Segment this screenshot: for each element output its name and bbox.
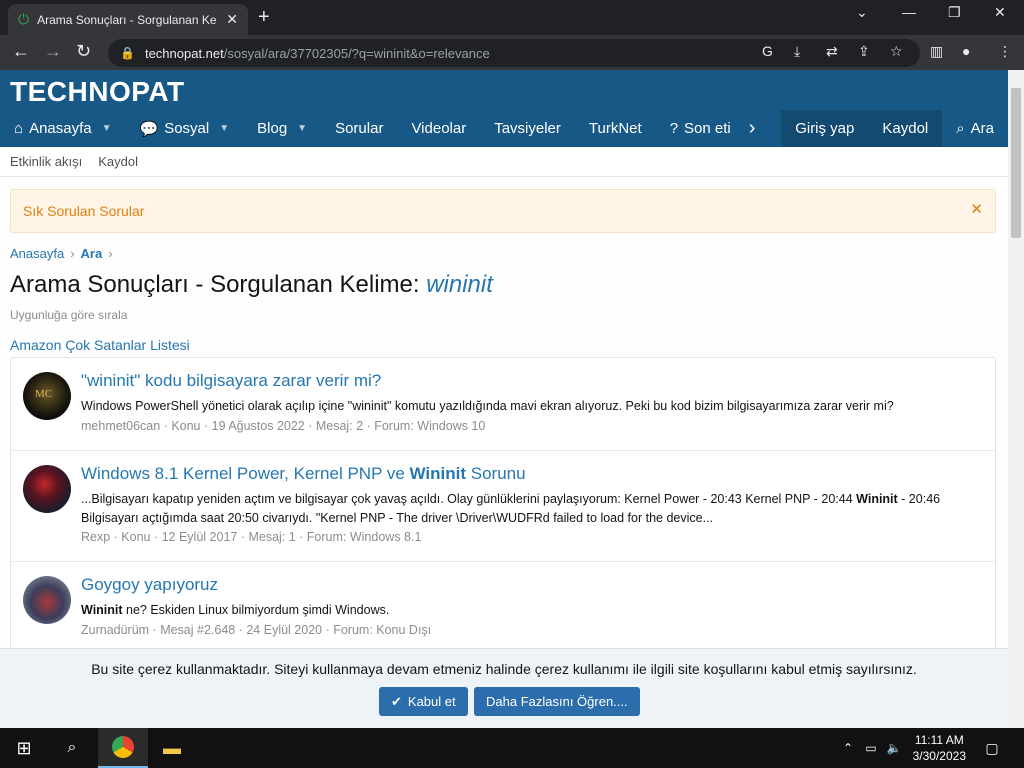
result-snippet: Wininit ne? Eskiden Linux bilmiyordum şi… [81,603,390,617]
new-tab-button[interactable]: + [258,6,270,29]
minimize-icon[interactable]: — [902,4,916,20]
taskbar-clock[interactable]: 11:11 AM 3/30/2023 [913,732,966,764]
result-meta: Rexp · Konu · 12 Eylül 2017 · Mesaj: 1 ·… [81,530,422,544]
chevron-down-icon[interactable]: ▼ [219,123,229,134]
breadcrumb-home[interactable]: Anasayfa [10,246,64,261]
back-icon[interactable]: ← [12,41,30,62]
notice-text[interactable]: Sık Sorulan Sorular [23,203,144,219]
faq-notice[interactable]: Sık Sorulan Sorular ✕ [10,189,996,233]
nav-turknet[interactable]: TurkNet [575,120,656,137]
avatar[interactable]: MC [23,372,71,420]
result-item: MC "wininit" kodu bilgisayara zarar veri… [11,358,995,451]
result-meta: mehmet06can · Konu · 19 Ağustos 2022 · M… [81,419,486,433]
register-button[interactable]: Kaydol [868,120,942,137]
chat-icon: 💬 [139,120,159,138]
subnav-register-link[interactable]: Kaydol [98,154,138,169]
learn-more-button[interactable]: Daha Fazlasını Öğren.... [474,687,640,716]
nav-scroll-right-icon[interactable]: › [745,117,760,140]
reload-icon[interactable]: ↻ [76,41,91,62]
nav-anasayfa[interactable]: ⌂ Anasayfa ▼ [0,120,126,137]
avatar[interactable] [23,576,71,624]
main-nav: ⌂ Anasayfa ▼ 💬 Sosyal ▼ Blog ▼ Sorular Videol… [0,110,1008,147]
forward-icon[interactable]: → [44,41,62,62]
page-scrollbar[interactable] [1008,70,1024,728]
home-icon: ⌂ [14,120,24,137]
chevron-right-icon: › [70,246,75,261]
nav-sosyal[interactable]: 💬 Sosyal ▼ [126,120,244,138]
chevron-right-icon: › [108,246,113,261]
network-icon[interactable]: ▭ [860,728,882,768]
clock-date: 3/30/2023 [912,749,966,763]
sort-order-label: Uygunluğa göre sırala [10,308,128,322]
breadcrumb-search[interactable]: Ara [81,246,103,261]
window-close-icon[interactable]: ✕ [994,4,1006,21]
menu-icon[interactable]: ⋮ [998,43,1012,60]
side-panel-icon[interactable]: ▥ [930,43,943,60]
browser-toolbar: ← → ↻ 🔒 technopat.net/sosyal/ara/3770230… [0,35,1024,70]
browser-tab-bar: ⏻ Arama Sonuçları - Sorgulanan Ke ✕ + ⌄ … [0,0,1024,35]
url-text: technopat.net/sosyal/ara/37702305/?q=win… [144,45,490,61]
login-button[interactable]: Giriş yap [781,120,868,137]
chevron-down-icon[interactable]: ▼ [297,123,307,134]
google-icon[interactable]: G [762,43,773,59]
search-results: MC "wininit" kodu bilgisayara zarar veri… [10,357,996,657]
breadcrumb: Anasayfa › Ara › [10,246,119,261]
page-title: Arama Sonuçları - Sorgulanan Kelime: win… [10,271,493,298]
sub-nav: Etkinlik akışı Kaydol [0,147,1008,177]
install-icon[interactable]: ⤓ [794,43,800,60]
result-item: Goygoy yapıyoruz Wininit ne? Eskiden Lin… [11,562,995,655]
cookie-text: Bu site çerez kullanmaktadır. Siteyi kul… [91,661,917,677]
amazon-link[interactable]: Amazon Çok Satanlar Listesi [10,337,190,353]
subnav-activity-link[interactable]: Etkinlik akışı [10,154,82,169]
close-tab-icon[interactable]: ✕ [226,11,238,28]
nav-blog[interactable]: Blog ▼ [243,120,321,137]
result-snippet: ...Bilgisayarı kapatıp yeniden açtım ve … [81,492,941,525]
question-icon: ? [669,120,679,137]
result-title[interactable]: Windows 8.1 Kernel Power, Kernel PNP ve … [81,464,526,484]
accept-cookies-button[interactable]: ✔ Kabul et [379,687,468,716]
restore-icon[interactable]: ❐ [948,4,961,21]
nav-sorular[interactable]: Sorular [321,120,397,137]
search-button[interactable]: ⌕ Ara [942,110,1008,147]
cookie-notice: Bu site çerez kullanmaktadır. Siteyi kul… [0,648,1008,728]
result-title[interactable]: Goygoy yapıyoruz [81,575,218,595]
browser-tab[interactable]: ⏻ Arama Sonuçları - Sorgulanan Ke ✕ [8,4,248,35]
result-item: Windows 8.1 Kernel Power, Kernel PNP ve … [11,451,995,562]
file-explorer-icon[interactable]: ▬ [148,728,196,768]
mc-logo-icon: MC [35,388,53,400]
taskbar: ⊞ ⌕ ▬ ⌃ ▭ 🔈 11:11 AM 3/30/2023 ▢ [0,728,1024,768]
bookmark-star-icon[interactable]: ☆ [890,43,903,60]
chevron-down-icon[interactable]: ▼ [102,123,112,134]
avatar[interactable] [23,465,71,513]
nav-son-etkinlik[interactable]: ? Son eti [656,120,745,137]
chrome-taskbar-icon[interactable] [98,728,148,768]
notice-close-icon[interactable]: ✕ [970,200,983,218]
lock-icon: 🔒 [120,46,135,60]
notifications-icon[interactable]: ▢ [980,728,1004,768]
nav-videolar[interactable]: Videolar [397,120,480,137]
result-title[interactable]: "wininit" kodu bilgisayara zarar verir m… [81,371,381,391]
site-logo[interactable]: TECHNOPAT [10,76,185,108]
result-snippet: Windows PowerShell yönetici olarak açılı… [81,399,894,413]
search-icon: ⌕ [956,120,965,137]
scrollbar-thumb[interactable] [1011,88,1021,238]
search-query: wininit [426,271,493,298]
clock-time: 11:11 AM [914,733,964,747]
share-icon[interactable]: ⇪ [858,43,870,60]
checkmark-icon: ✔ [391,693,402,709]
site-header: TECHNOPAT ⌂ Anasayfa ▼ 💬 Sosyal ▼ Blog ▼ Soru… [0,70,1008,147]
profile-icon[interactable]: ● [962,43,970,59]
result-meta: Zurnadürüm · Mesaj #2.648 · 24 Eylül 202… [81,623,432,637]
power-icon: ⏻ [18,11,30,27]
translate-icon[interactable]: ⇄ [826,43,838,60]
nav-tavsiyeler[interactable]: Tavsiyeler [480,120,575,137]
page-viewport: TECHNOPAT ⌂ Anasayfa ▼ 💬 Sosyal ▼ Blog ▼ Soru… [0,70,1008,728]
windows-start-icon[interactable]: ⊞ [0,728,48,768]
search-icon[interactable]: ⌕ [48,728,96,768]
tab-title: Arama Sonuçları - Sorgulanan Ke [37,12,217,27]
show-hidden-icons-icon[interactable]: ⌃ [838,728,858,768]
nav-right-group: Giriş yap Kaydol ⌕ Ara [781,110,1008,147]
tab-search-icon[interactable]: ⌄ [856,4,868,21]
volume-icon[interactable]: 🔈 [884,728,904,768]
